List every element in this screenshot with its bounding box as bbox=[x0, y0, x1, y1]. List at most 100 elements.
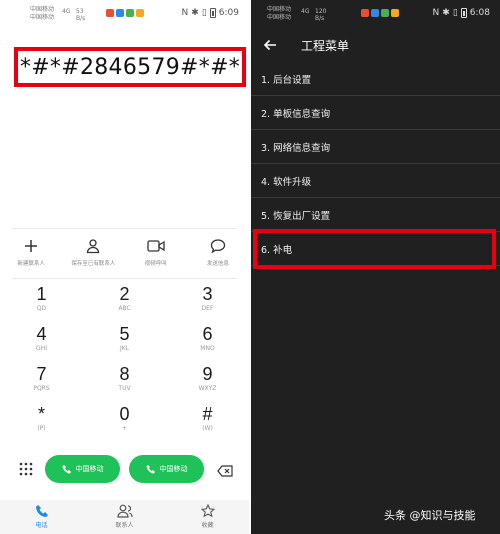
send-message-button[interactable]: 发送信息 bbox=[187, 236, 249, 276]
key-letters: DEF bbox=[201, 305, 214, 312]
key-5[interactable]: 5 JKL bbox=[83, 324, 166, 364]
key-digit: 8 bbox=[119, 364, 130, 384]
keypad-row: 7 PQRS 8 TUV 9 WXYZ bbox=[0, 364, 249, 404]
dialer-screen: 中国移动 中国移动 4G 53 B/s N ✱ ▯ 6:09 *#*#28465… bbox=[0, 0, 249, 534]
menu-item-network-info[interactable]: 3. 网络信息查询 bbox=[251, 130, 500, 164]
key-1[interactable]: 1 QD bbox=[0, 284, 83, 324]
carrier-2: 中国移动 bbox=[267, 14, 292, 21]
nfc-icon: N bbox=[181, 8, 189, 18]
status-right: N ✱ ▯ 6:08 bbox=[433, 8, 490, 18]
menu-item-board-info[interactable]: 2. 单板信息查询 bbox=[251, 96, 500, 130]
video-icon bbox=[146, 236, 165, 256]
dial-number-highlight: *#*#2846579#*#* bbox=[14, 47, 246, 87]
phone-sim2-icon bbox=[146, 465, 155, 474]
key-7[interactable]: 7 PQRS bbox=[0, 364, 83, 404]
call-sim2-label: 中国移动 bbox=[159, 465, 188, 473]
battery-icon bbox=[209, 8, 216, 18]
key-letters: WXYZ bbox=[198, 385, 217, 392]
key-0[interactable]: 0 + bbox=[83, 404, 166, 444]
carrier-labels: 中国移动 中国移动 bbox=[267, 6, 291, 22]
backspace-icon[interactable] bbox=[217, 462, 233, 481]
notification-icons bbox=[106, 9, 144, 17]
carrier-2: 中国移动 bbox=[30, 14, 55, 21]
carrier-1: 中国移动 bbox=[267, 6, 292, 13]
call-sim2-button[interactable]: 中国移动 bbox=[129, 455, 204, 483]
app-notification-icon bbox=[361, 9, 369, 17]
keypad-row: 4 GHI 5 JKL 6 MNO bbox=[0, 324, 249, 364]
key-letters: + bbox=[121, 425, 128, 432]
app-notification-icon bbox=[381, 9, 389, 17]
video-call-button[interactable]: 视频呼叫 bbox=[125, 236, 187, 276]
vibrate-icon: ▯ bbox=[452, 8, 458, 18]
app-notification-icon bbox=[391, 9, 399, 17]
key-letters: JKL bbox=[119, 345, 130, 352]
menu-item-backend-settings[interactable]: 1. 后台设置 bbox=[251, 62, 500, 96]
action-label: 新建联系人 bbox=[17, 261, 45, 267]
new-contact-button[interactable]: 新建联系人 bbox=[0, 236, 62, 276]
key-letters: (W) bbox=[202, 425, 213, 432]
nfc-icon: N bbox=[432, 8, 440, 18]
key-digit: 0 bbox=[119, 404, 130, 424]
watermark: 头条 @知识与技能 bbox=[384, 509, 476, 522]
bottom-nav: 电话 联系人 收藏 bbox=[0, 500, 249, 534]
key-letters: MNO bbox=[200, 345, 215, 352]
nav-contacts[interactable]: 联系人 bbox=[83, 500, 166, 534]
menu-item-label: 2. 单板信息查询 bbox=[261, 108, 331, 120]
status-time: 6:09 bbox=[218, 8, 239, 18]
net-speed: 53 B/s bbox=[76, 8, 86, 22]
app-notification-icon bbox=[126, 9, 134, 17]
person-icon bbox=[85, 236, 101, 256]
key-9[interactable]: 9 WXYZ bbox=[166, 364, 249, 404]
signal-type: 4G bbox=[62, 8, 71, 15]
menu-item-factory-reset[interactable]: 5. 恢复出厂设置 bbox=[251, 198, 500, 232]
nav-label: 收藏 bbox=[201, 522, 214, 529]
key-digit: 9 bbox=[202, 364, 213, 384]
key-6[interactable]: 6 MNO bbox=[166, 324, 249, 364]
key-digit: # bbox=[202, 404, 213, 424]
message-icon bbox=[210, 236, 226, 256]
call-sim1-button[interactable]: 中国移动 bbox=[45, 455, 120, 483]
app-notification-icon bbox=[106, 9, 114, 17]
key-3[interactable]: 3 DEF bbox=[166, 284, 249, 324]
action-label: 发送信息 bbox=[206, 261, 229, 267]
nav-label: 联系人 bbox=[115, 522, 134, 529]
phone-icon bbox=[35, 505, 48, 517]
key-star[interactable]: * (P) bbox=[0, 404, 83, 444]
call-row: 中国移动 中国移动 bbox=[0, 455, 249, 483]
key-2[interactable]: 2 ABC bbox=[83, 284, 166, 324]
menu-item-label: 4. 软件升级 bbox=[261, 176, 312, 188]
key-digit: 1 bbox=[36, 284, 47, 304]
key-digit: * bbox=[37, 404, 45, 424]
signal-type: 4G bbox=[301, 8, 310, 15]
key-hash[interactable]: # (W) bbox=[166, 404, 249, 444]
call-sim1-label: 中国移动 bbox=[75, 465, 104, 473]
page-title: 工程菜单 bbox=[301, 39, 350, 53]
menu-item-software-upgrade[interactable]: 4. 软件升级 bbox=[251, 164, 500, 198]
back-arrow-icon[interactable] bbox=[263, 37, 277, 56]
key-digit: 4 bbox=[36, 324, 47, 344]
key-digit: 2 bbox=[119, 284, 130, 304]
key-8[interactable]: 8 TUV bbox=[83, 364, 166, 404]
key-digit: 6 bbox=[202, 324, 213, 344]
nav-phone[interactable]: 电话 bbox=[0, 500, 83, 534]
keypad-row: * (P) 0 + # (W) bbox=[0, 404, 249, 444]
star-icon bbox=[200, 504, 215, 518]
net-speed: 120 B/s bbox=[315, 8, 327, 22]
key-digit: 3 bbox=[202, 284, 213, 304]
menu-highlight-box bbox=[253, 229, 496, 269]
action-label: 视频呼叫 bbox=[144, 261, 167, 267]
dialed-number[interactable]: *#*#2846579#*#* bbox=[20, 55, 240, 80]
dialer-actions: 新建联系人 保存至已有联系人 视频呼叫 发送信息 bbox=[0, 236, 249, 276]
key-letters: PQRS bbox=[33, 385, 50, 392]
save-to-contact-button[interactable]: 保存至已有联系人 bbox=[62, 236, 124, 276]
dialpad-grid-icon[interactable] bbox=[19, 461, 33, 480]
notification-icons bbox=[361, 9, 399, 17]
divider bbox=[12, 228, 237, 229]
status-right: N ✱ ▯ 6:09 bbox=[182, 8, 239, 18]
key-4[interactable]: 4 GHI bbox=[0, 324, 83, 364]
carrier-labels: 中国移动 中国移动 bbox=[30, 6, 54, 22]
status-time: 6:08 bbox=[469, 8, 490, 18]
menu-item-label: 3. 网络信息查询 bbox=[261, 142, 331, 154]
dial-keypad: 1 QD 2 ABC 3 DEF 4 GHI 5 JKL 6 MNO 7 PQRS 8 TUV … bbox=[0, 284, 249, 444]
nav-favorites[interactable]: 收藏 bbox=[166, 500, 249, 534]
